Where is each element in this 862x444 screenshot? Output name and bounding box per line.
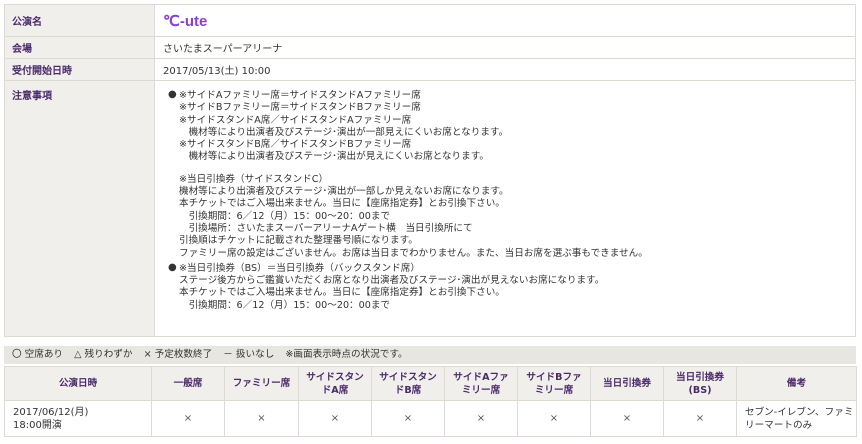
cell-remarks: セブン-イレブン、ファミ リーマートのみ	[736, 400, 857, 437]
header-line: ドA席	[321, 384, 349, 396]
notes-list: ● ※サイドAファミリー席＝サイドスタンドAファミリー席 ※サイドBファミリー席…	[163, 89, 855, 312]
notes-line: ※サイドスタンドB席／サイドスタンドBファミリー席	[179, 139, 412, 151]
header-line: サイドAファ	[453, 371, 509, 383]
cell-same-day-status: ×	[590, 400, 664, 437]
legend-few: △ 残りわずか	[74, 349, 133, 360]
schedule-header-row: 公演日時 一般席 ファミリー席 サイドスタン ドA席 サイドスタン ドB席 サイドA…	[4, 366, 857, 401]
performance-name-cell: ℃-ute	[154, 4, 856, 37]
reception-start-label: 受付開始日時	[4, 58, 155, 81]
notes-line: 機材等により出演者及びステージ･演出が見えにくいお席となります。	[179, 151, 489, 163]
legend-sold-out: × 予定枚数終了	[143, 349, 213, 360]
row-venue: 会場 さいたまスーパーアリーナ	[4, 36, 856, 59]
header-line: (BS)	[688, 384, 712, 396]
header-line: ミリー席	[534, 384, 574, 396]
venue-label: 会場	[4, 36, 155, 59]
cell-family-status: ×	[224, 400, 299, 437]
header-line: 当日引換券	[676, 371, 724, 383]
notes-label: 注意事項	[4, 80, 155, 337]
notes-line: 引換期間：6／12（月）15：00～20：00まで	[179, 299, 391, 311]
date-line: 2017/06/12(月)	[13, 406, 89, 418]
notes-item: ● ※当日引換券（BS）＝当日引換券（バックスタンド席） ステージ後方からご鑑賞…	[168, 262, 855, 312]
header-same-day-bs: 当日引換券 (BS)	[663, 366, 737, 401]
cell-date: 2017/06/12(月) 18:00開演	[4, 400, 152, 437]
notes-line: ※当日引換券（サイドスタンドC）	[179, 173, 329, 185]
venue-value: さいたまスーパーアリーナ	[154, 36, 856, 59]
header-line: サイドBファ	[526, 371, 582, 383]
header-side-b-family: サイドBファ ミリー席	[517, 366, 591, 401]
cell-side-b-family-status: ×	[517, 400, 591, 437]
notes-line: ※サイドAファミリー席＝サイドスタンドAファミリー席	[179, 90, 421, 101]
notes-line: 機材等により出演者及びステージ･演出が一部しか見えないお席になります。	[179, 186, 509, 198]
notes-spacer	[179, 164, 855, 174]
notes-line: 引換順はチケットに記載された整理番号順になります。	[179, 235, 418, 247]
bullet-icon: ●	[168, 261, 177, 273]
legend-none: － 扱いなし	[223, 349, 275, 360]
row-reception-start: 受付開始日時 2017/05/13(土) 10:00	[4, 58, 856, 81]
table-row: 2017/06/12(月) 18:00開演 × × × × × × × × セブン…	[4, 400, 857, 437]
header-side-b: サイドスタン ドB席	[371, 366, 445, 401]
header-line: ドB席	[394, 384, 422, 396]
ticket-page: 公演名 ℃-ute 会場 さいたまスーパーアリーナ 受付開始日時 2017/05…	[0, 0, 862, 444]
header-family: ファミリー席	[224, 366, 299, 401]
header-side-a: サイドスタン ドA席	[298, 366, 372, 401]
cell-general-status: ×	[151, 400, 225, 437]
cell-side-a-status: ×	[298, 400, 372, 437]
notes-line: 機材等により出演者及びステージ･演出が一部見えにくいお席となります。	[179, 126, 509, 138]
remarks-line: セブン-イレブン、ファミ	[745, 406, 854, 418]
header-line: サイドスタン	[379, 371, 437, 383]
schedule-table: 公演日時 一般席 ファミリー席 サイドスタン ドA席 サイドスタン ドB席 サイドA…	[4, 366, 857, 437]
time-line: 18:00開演	[13, 419, 62, 431]
header-line: サイドスタン	[306, 371, 364, 383]
notes-line: 本チケットではご入場出来ません。当日に【座席指定券】とお引換下さい。	[179, 198, 505, 210]
notes-line: 引換期間：6／12（月）15：00～20：00まで	[179, 210, 391, 222]
header-remarks: 備考	[736, 366, 857, 401]
row-performance-name: 公演名 ℃-ute	[4, 4, 856, 37]
legend-available: 〇 空席あり	[12, 349, 64, 360]
performance-name-label: 公演名	[4, 4, 155, 37]
notes-cell: ● ※サイドAファミリー席＝サイドスタンドAファミリー席 ※サイドBファミリー席…	[154, 80, 856, 337]
header-side-a-family: サイドAファ ミリー席	[444, 366, 518, 401]
cell-side-a-family-status: ×	[444, 400, 518, 437]
notes-line: ※サイドスタンドA席／サイドスタンドAファミリー席	[179, 114, 412, 126]
header-date: 公演日時	[4, 366, 152, 401]
availability-legend: 〇 空席あり △ 残りわずか × 予定枚数終了 － 扱いなし ※画面表示時点の状…	[4, 346, 856, 364]
header-line: ミリー席	[461, 384, 501, 396]
cell-same-day-bs-status: ×	[663, 400, 737, 437]
legend-note: ※画面表示時点の状況です。	[285, 349, 408, 360]
notes-line: 本チケットではご入場出来ません。当日に【座席指定券】とお引換下さい。	[179, 287, 505, 299]
notes-line: ファミリー席の設定はございません。お席は当日までわかりません。また、当日お席を選…	[179, 247, 648, 259]
header-same-day: 当日引換券	[590, 366, 664, 401]
bullet-icon: ●	[168, 89, 177, 100]
notes-line: ※当日引換券（BS）＝当日引換券（バックスタンド席）	[179, 262, 420, 274]
notes-line: ステージ後方からご鑑賞いただくお席となり出演者及びステージ･演出が見えないお席に…	[179, 275, 605, 287]
notes-line: 引換場所：さいたまスーパーアリーナAゲート横 当日引換所にて	[179, 222, 473, 234]
notes-item: ● ※サイドAファミリー席＝サイドスタンドAファミリー席 ※サイドBファミリー席…	[168, 89, 855, 260]
cell-side-b-status: ×	[371, 400, 445, 437]
reception-start-value: 2017/05/13(土) 10:00	[154, 58, 856, 81]
performance-info-table: 公演名 ℃-ute 会場 さいたまスーパーアリーナ 受付開始日時 2017/05…	[4, 4, 856, 337]
notes-line: ※サイドBファミリー席＝サイドスタンドBファミリー席	[179, 102, 421, 114]
row-notes: 注意事項 ● ※サイドAファミリー席＝サイドスタンドAファミリー席 ※サイドBフ…	[4, 80, 856, 337]
remarks-line: リーマートのみ	[745, 419, 813, 431]
performance-name: ℃-ute	[163, 12, 208, 30]
header-general: 一般席	[151, 366, 225, 401]
